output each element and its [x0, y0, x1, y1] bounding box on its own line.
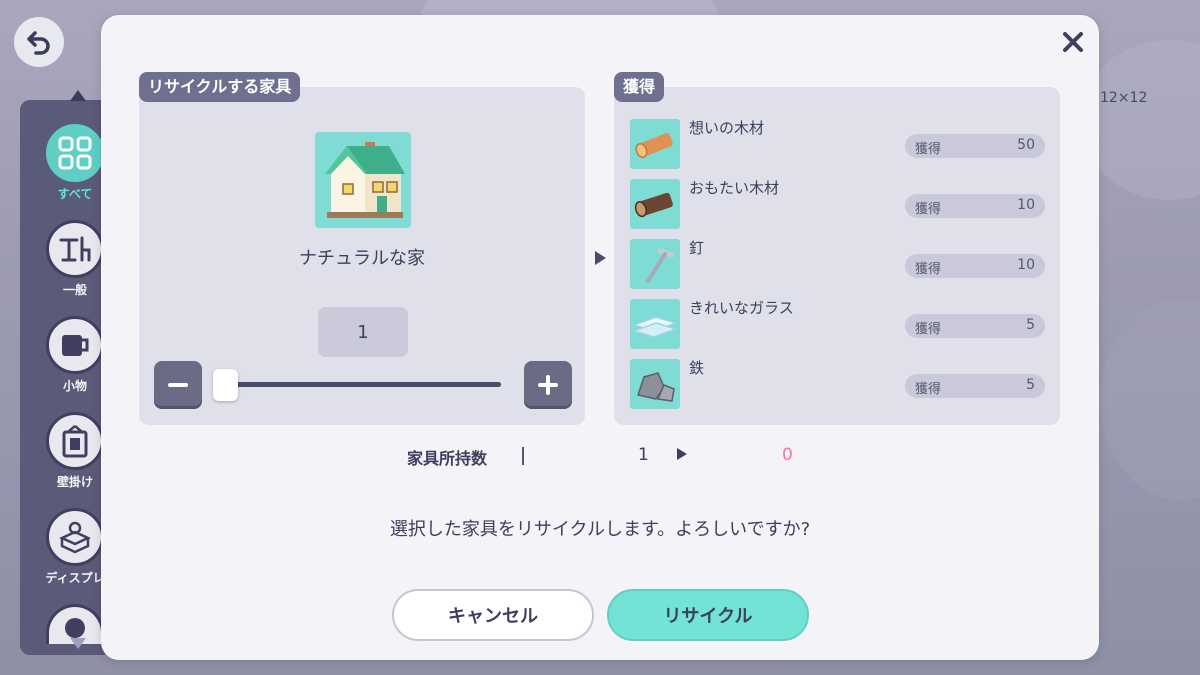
reward-label: 獲得 — [915, 202, 942, 217]
reward-item: 想いの木材 獲得 50 — [630, 119, 1045, 169]
cancel-button[interactable]: キャンセル — [392, 589, 594, 641]
reward-amount: 獲得 10 — [905, 194, 1045, 218]
confirm-message: 選択した家具をリサイクルします。よろしいですか? — [389, 519, 811, 540]
grid-icon — [58, 136, 92, 170]
recycle-button[interactable]: リサイクル — [607, 589, 809, 641]
reward-amount: 獲得 50 — [905, 134, 1045, 158]
dark-log-icon — [630, 179, 680, 229]
reward-item: おもたい木材 獲得 10 — [630, 179, 1045, 229]
category-display[interactable]: ディスプレ — [45, 508, 105, 586]
reward-name: きれいなガラス — [689, 299, 794, 317]
ownership-after: 0 — [782, 445, 793, 465]
ownership-before: 1 — [638, 445, 649, 465]
back-button[interactable] — [14, 17, 64, 67]
arrow-right-icon — [595, 251, 606, 265]
reward-amount: 獲得 10 — [905, 254, 1045, 278]
reward-name: 想いの木材 — [689, 119, 765, 137]
close-button[interactable] — [1056, 25, 1090, 59]
quantity-display: 1 — [318, 307, 408, 357]
mug-icon — [62, 335, 89, 356]
reward-item: 鉄 獲得 5 — [630, 359, 1045, 409]
reward-name: 釘 — [689, 239, 705, 257]
category-label: 小物 — [62, 379, 87, 393]
reward-label: 獲得 — [915, 262, 942, 277]
close-icon — [1063, 32, 1083, 52]
frame-icon — [62, 425, 88, 458]
arrow-right-icon — [677, 448, 687, 460]
reward-item: きれいなガラス 獲得 5 — [630, 299, 1045, 349]
table-chair-icon — [59, 236, 91, 262]
reward-label: 獲得 — [915, 322, 942, 337]
reward-value: 10 — [1017, 197, 1035, 213]
glass-icon — [630, 299, 680, 349]
reward-name: おもたい木材 — [689, 179, 780, 197]
category-label: 一般 — [62, 283, 87, 297]
category-small-items[interactable]: 小物 — [45, 316, 105, 394]
nail-icon — [630, 239, 680, 289]
iron-icon — [630, 359, 680, 409]
character-icon — [65, 617, 85, 638]
scroll-down-icon[interactable] — [70, 638, 86, 649]
category-label: すべて — [57, 187, 93, 201]
decrease-button[interactable] — [154, 361, 202, 409]
reward-value: 5 — [1026, 317, 1035, 333]
divider — [522, 447, 524, 465]
category-wall[interactable]: 壁掛け — [45, 412, 105, 490]
increase-button[interactable] — [524, 361, 572, 409]
reward-label: 獲得 — [915, 142, 942, 157]
back-arrow-icon — [27, 31, 50, 55]
reward-item: 釘 獲得 10 — [630, 239, 1045, 289]
reward-value: 50 — [1017, 137, 1035, 153]
display-icon — [59, 521, 91, 554]
rewards-title: 獲得 — [614, 72, 665, 102]
ownership-label: 家具所持数 — [407, 449, 488, 468]
category-label: ディスプレ — [45, 571, 105, 585]
scroll-up-icon[interactable] — [70, 90, 86, 101]
category-all[interactable]: すべて — [45, 124, 105, 202]
reward-label: 獲得 — [915, 382, 942, 397]
reward-value: 10 — [1017, 257, 1035, 273]
recycle-item-name: ナチュラルな家 — [299, 248, 425, 269]
reward-amount: 獲得 5 — [905, 374, 1045, 398]
room-size-text: 12×12 — [1100, 90, 1148, 106]
quantity-slider-track[interactable] — [221, 382, 501, 387]
quantity-slider-handle[interactable] — [213, 369, 238, 401]
reward-amount: 獲得 5 — [905, 314, 1045, 338]
reward-name: 鉄 — [689, 359, 705, 377]
category-general[interactable]: 一般 — [45, 220, 105, 298]
plus-icon — [538, 375, 558, 395]
minus-icon — [168, 383, 188, 387]
recycle-item-title: リサイクルする家具 — [139, 72, 301, 102]
category-label: 壁掛け — [56, 475, 93, 489]
reward-value: 5 — [1026, 377, 1035, 393]
recycle-dialog: リサイクルする家具 ナチュラルな家 1 獲得 想いの木材 獲得 50 おもたい木… — [101, 15, 1099, 660]
house-icon — [315, 132, 411, 228]
log-icon — [630, 119, 680, 169]
